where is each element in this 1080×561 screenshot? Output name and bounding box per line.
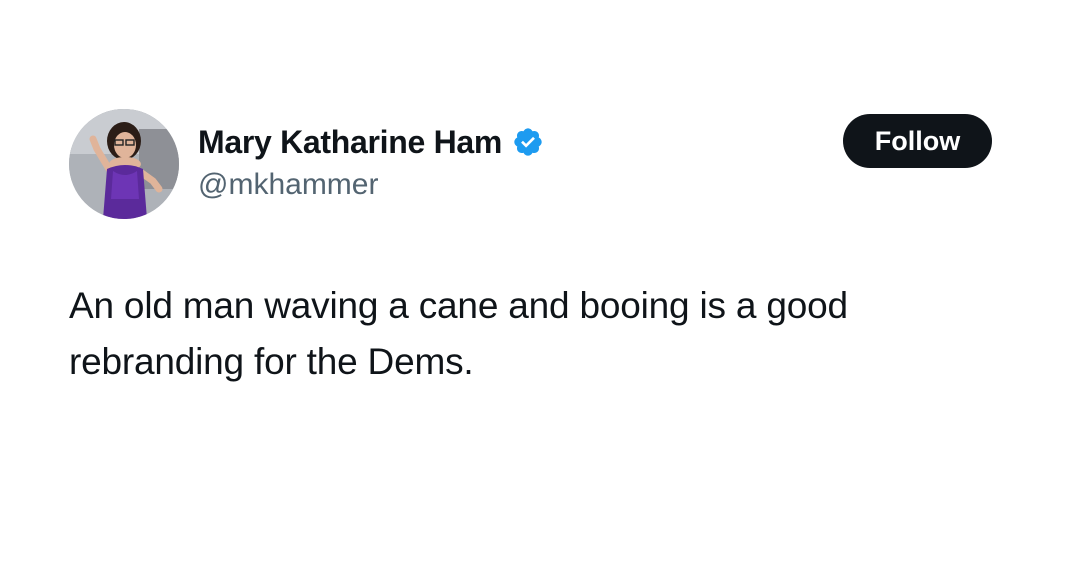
author-display-name[interactable]: Mary Katharine Ham bbox=[198, 124, 502, 161]
author-handle[interactable]: @mkhammer bbox=[198, 168, 378, 202]
avatar-image bbox=[69, 109, 179, 219]
author-name-row: Mary Katharine Ham bbox=[198, 122, 544, 162]
tweet-text: An old man waving a cane and booing is a… bbox=[69, 285, 848, 382]
author-avatar[interactable] bbox=[69, 109, 179, 219]
verified-badge-icon bbox=[512, 126, 544, 158]
tweet-card: Mary Katharine Ham @mkhammer Follow An o… bbox=[0, 0, 1080, 561]
follow-button[interactable]: Follow bbox=[843, 114, 992, 168]
